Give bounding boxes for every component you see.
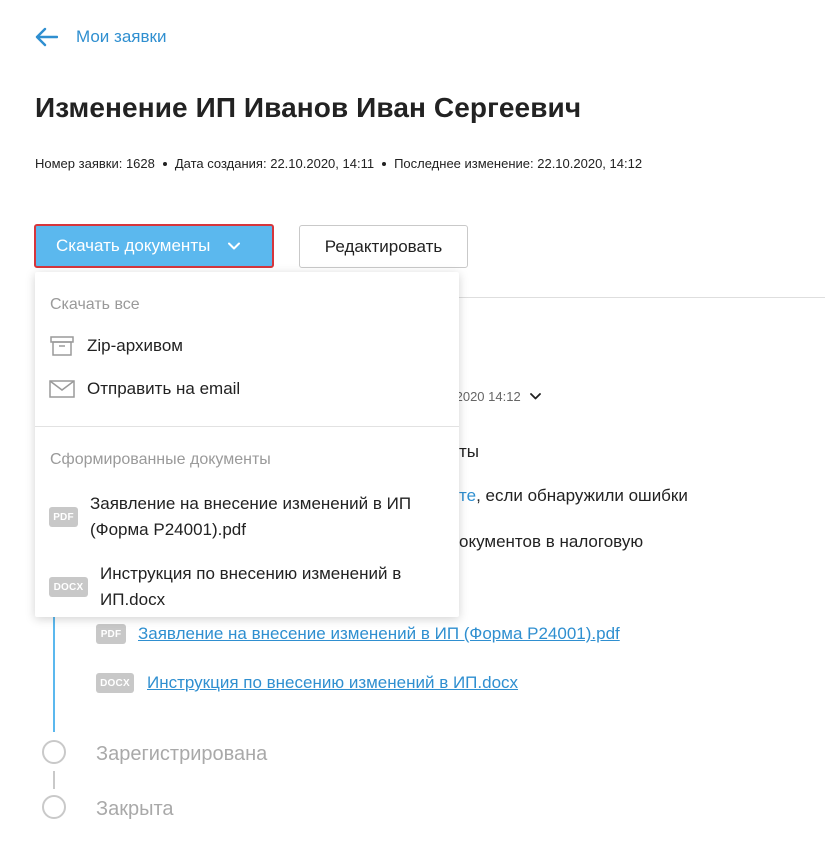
docx-file-icon: DOCX bbox=[49, 577, 88, 597]
status-date-fragment: .2020 14:12 bbox=[452, 389, 521, 404]
document-title-line: Инструкция по внесению изменений в bbox=[100, 564, 402, 583]
download-dropdown-menu: Скачать все Zip-архивом Отправить на ema… bbox=[35, 272, 459, 617]
document-title-line: Заявление на внесение изменений в ИП bbox=[90, 494, 412, 513]
download-documents-button[interactable]: Скачать документы bbox=[34, 224, 274, 268]
status-date-toggle[interactable]: .2020 14:12 bbox=[452, 389, 541, 404]
timeline-connector bbox=[53, 771, 55, 789]
meta-separator bbox=[162, 161, 167, 166]
envelope-icon bbox=[49, 380, 75, 398]
download-zip-label: Zip-архивом bbox=[87, 336, 183, 355]
request-number-label: Номер заявки: bbox=[35, 156, 123, 171]
generated-document-title: Инструкция по внесению изменений в ИП.do… bbox=[100, 561, 401, 613]
step-label-registered: Зарегистрирована bbox=[96, 743, 268, 765]
document-link-docx[interactable]: Инструкция по внесению изменений в ИП.do… bbox=[147, 673, 518, 693]
document-link-pdf[interactable]: Заявление на внесение изменений в ИП (Фо… bbox=[138, 624, 620, 644]
document-title-line: ИП.docx bbox=[100, 590, 166, 609]
inline-link-fragment[interactable]: те bbox=[459, 486, 476, 505]
edit-button[interactable]: Редактировать bbox=[299, 225, 468, 268]
docx-file-icon: DOCX bbox=[96, 673, 134, 693]
step-circle bbox=[42, 740, 66, 764]
download-documents-label: Скачать документы bbox=[56, 236, 211, 255]
step-text-fragment: окументов в налоговую bbox=[459, 532, 644, 551]
document-title-line: (Форма Р24001).pdf bbox=[90, 520, 246, 539]
chevron-down-icon bbox=[529, 393, 541, 400]
timeline-progress-line bbox=[53, 610, 55, 732]
dropdown-divider bbox=[35, 426, 459, 427]
meta-separator bbox=[382, 161, 387, 166]
section-divider bbox=[459, 297, 825, 298]
generated-document-item[interactable]: DOCX Инструкция по внесению изменений в … bbox=[49, 561, 401, 613]
send-email-item[interactable]: Отправить на email bbox=[49, 379, 240, 399]
created-date-value: 22.10.2020, 14:11 bbox=[270, 156, 375, 171]
arrow-left-icon bbox=[34, 27, 58, 47]
dropdown-section-all: Скачать все bbox=[50, 296, 140, 313]
back-link-label: Мои заявки bbox=[76, 27, 167, 46]
pdf-file-icon: PDF bbox=[96, 624, 126, 644]
generated-document-title: Заявление на внесение изменений в ИП (Фо… bbox=[90, 491, 411, 543]
generated-document-item[interactable]: PDF Заявление на внесение изменений в ИП… bbox=[49, 491, 411, 543]
document-link-item: PDF Заявление на внесение изменений в ИП… bbox=[96, 624, 620, 644]
dropdown-section-generated: Сформированные документы bbox=[50, 451, 271, 468]
chevron-down-icon bbox=[228, 242, 241, 250]
download-zip-item[interactable]: Zip-архивом bbox=[49, 336, 183, 356]
pdf-file-icon: PDF bbox=[49, 507, 78, 527]
archive-icon bbox=[49, 336, 75, 356]
modified-date-label: Последнее изменение: bbox=[394, 156, 534, 171]
step-text-fragment: ты bbox=[459, 442, 480, 461]
request-number-value: 1628 bbox=[125, 156, 155, 171]
send-email-label: Отправить на email bbox=[87, 379, 241, 398]
back-link[interactable]: Мои заявки bbox=[34, 24, 166, 50]
inline-text-fragment: , если обнаружили ошибки bbox=[476, 486, 688, 505]
step-circle bbox=[42, 795, 66, 819]
step-text-fragment: те, если обнаружили ошибки bbox=[459, 486, 688, 506]
modified-date-value: 22.10.2020, 14:12 bbox=[537, 156, 643, 171]
page-title: Изменение ИП Иванов Иван Сергеевич bbox=[35, 92, 582, 123]
created-date-label: Дата создания: bbox=[174, 156, 267, 171]
document-link-item: DOCX Инструкция по внесению изменений в … bbox=[96, 673, 518, 693]
step-label-closed: Закрыта bbox=[96, 798, 174, 820]
request-meta: Номер заявки: 1628 Дата создания: 22.10.… bbox=[35, 156, 642, 171]
